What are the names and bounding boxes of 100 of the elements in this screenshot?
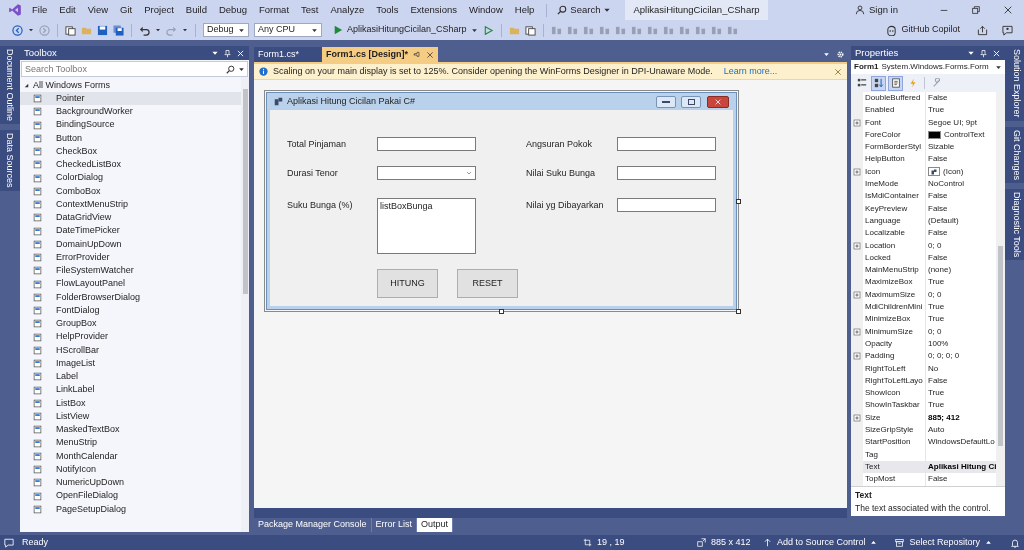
expand-icon[interactable] bbox=[853, 327, 861, 336]
toolbox-item[interactable]: CheckedListBox bbox=[20, 158, 241, 172]
expand-icon[interactable] bbox=[853, 352, 861, 361]
property-row[interactable]: DoubleBuffered False bbox=[851, 92, 996, 105]
toolbox-item[interactable]: ListView bbox=[20, 410, 241, 424]
expand-icon[interactable] bbox=[853, 290, 861, 299]
property-row[interactable]: Padding 0; 0; 0; 0 bbox=[851, 350, 996, 363]
form-button[interactable]: RESET bbox=[457, 269, 518, 298]
property-row[interactable]: StartPosition WindowsDefaultLo bbox=[851, 436, 996, 449]
toolbox-item[interactable]: DomainUpDown bbox=[20, 237, 241, 251]
expand-icon[interactable] bbox=[853, 241, 861, 250]
feedback-icon[interactable] bbox=[1002, 24, 1013, 36]
configuration-dropdown[interactable]: Debug bbox=[203, 23, 249, 37]
search-icon[interactable] bbox=[226, 65, 235, 74]
toolbox-item[interactable]: NumericUpDown bbox=[20, 476, 241, 490]
property-row[interactable]: Size 885; 412 bbox=[851, 411, 996, 424]
notification-icon[interactable] bbox=[1010, 537, 1020, 548]
toolbox-item[interactable]: HelpProvider bbox=[20, 330, 241, 344]
property-row[interactable]: Opacity 100% bbox=[851, 337, 996, 351]
play-outline-icon[interactable] bbox=[482, 24, 494, 36]
save-icon[interactable] bbox=[97, 24, 108, 36]
property-row[interactable]: MainMenuStrip (none) bbox=[851, 264, 996, 277]
toolbox-item[interactable]: Pointer bbox=[20, 92, 241, 106]
caret-icon[interactable] bbox=[238, 66, 245, 73]
toolbox-item[interactable]: OpenFileDialog bbox=[20, 489, 241, 503]
caret-icon[interactable] bbox=[211, 49, 219, 57]
toolbox-item[interactable]: ListBox bbox=[20, 396, 241, 410]
property-row[interactable]: MaximumSize 0; 0 bbox=[851, 288, 996, 302]
property-row[interactable]: Text Aplikasi Hitung Ci bbox=[851, 460, 996, 474]
side-tab[interactable]: Solution Explorer bbox=[1005, 46, 1024, 121]
close-icon[interactable] bbox=[426, 50, 435, 59]
pin-icon[interactable] bbox=[223, 48, 232, 58]
share-icon[interactable] bbox=[977, 24, 988, 36]
menu-item[interactable]: Format bbox=[252, 0, 296, 20]
toolbox-item[interactable]: ContextMenuStrip bbox=[20, 198, 241, 212]
menu-item[interactable]: View bbox=[81, 0, 115, 20]
caret-icon[interactable] bbox=[823, 51, 830, 58]
property-row[interactable]: Location 0; 0 bbox=[851, 239, 996, 252]
menu-item[interactable]: Analyze bbox=[324, 0, 371, 20]
menu-item[interactable]: Debug bbox=[212, 0, 253, 20]
list-box[interactable]: listBoxBunga bbox=[377, 198, 476, 254]
toolbox-item[interactable]: DataGridView bbox=[20, 211, 241, 225]
view-toggle-button[interactable] bbox=[871, 75, 886, 91]
window-icon[interactable] bbox=[524, 24, 536, 36]
save-all-icon[interactable] bbox=[113, 24, 124, 36]
toolbox-item[interactable]: DateTimePicker bbox=[20, 224, 241, 238]
property-row[interactable]: MinimumSize 0; 0 bbox=[851, 325, 996, 338]
toolbox-item[interactable]: CheckBox bbox=[20, 145, 241, 159]
document-tab[interactable]: Form1.cs* bbox=[254, 47, 322, 62]
side-tab[interactable]: Document Outline bbox=[0, 46, 20, 125]
maximize-button[interactable] bbox=[681, 95, 701, 108]
form-button[interactable]: HITUNG bbox=[377, 269, 438, 298]
menu-item[interactable]: Build bbox=[179, 0, 213, 20]
search-button[interactable]: Search bbox=[553, 2, 616, 18]
resize-handle[interactable] bbox=[736, 309, 741, 314]
property-row[interactable]: ShowIcon True bbox=[851, 387, 996, 400]
property-row[interactable]: MdiChildrenMini True bbox=[851, 301, 996, 314]
panel-tab[interactable]: Package Manager Console bbox=[254, 518, 372, 532]
text-field[interactable] bbox=[617, 166, 716, 180]
caret-icon[interactable] bbox=[967, 49, 975, 57]
toolbox-item[interactable]: HScrollBar bbox=[20, 343, 241, 357]
property-row[interactable]: ImeMode NoControl bbox=[851, 178, 996, 191]
toolbox-item[interactable]: MenuStrip bbox=[20, 436, 241, 450]
text-field[interactable] bbox=[617, 198, 716, 212]
property-row[interactable]: IsMdiContainer False bbox=[851, 190, 996, 203]
source-control-button[interactable]: Add to Source Control bbox=[762, 535, 878, 550]
menu-item[interactable]: Git bbox=[114, 0, 139, 20]
app-logo-icon[interactable] bbox=[8, 3, 22, 17]
new-project-icon[interactable] bbox=[65, 24, 76, 36]
property-row[interactable]: MinimizeBox True bbox=[851, 313, 996, 326]
property-row[interactable]: TopMost False bbox=[851, 473, 996, 486]
side-tab[interactable]: Git Changes bbox=[1005, 126, 1024, 183]
text-field[interactable] bbox=[377, 137, 476, 151]
minimize-button[interactable] bbox=[656, 95, 676, 108]
menu-item[interactable]: File bbox=[26, 0, 54, 20]
menu-item[interactable]: Edit bbox=[53, 0, 82, 20]
settings-icon[interactable] bbox=[836, 50, 845, 59]
toolbox-item[interactable]: MaskedTextBox bbox=[20, 423, 241, 437]
scrollbar[interactable] bbox=[241, 77, 249, 532]
view-toggle-button[interactable] bbox=[888, 75, 903, 91]
sign-in-button[interactable]: Sign in bbox=[854, 2, 898, 18]
pin-icon[interactable] bbox=[979, 48, 988, 58]
side-tab[interactable]: Data Sources bbox=[0, 130, 20, 191]
toolbox-item[interactable]: FileSystemWatcher bbox=[20, 264, 241, 278]
panel-tab[interactable]: Output bbox=[417, 518, 454, 532]
start-button[interactable]: AplikasiHitungCicilan_CSharp bbox=[333, 23, 478, 37]
property-row[interactable]: ForeColor ControlText bbox=[851, 128, 996, 142]
menu-item[interactable]: Project bbox=[138, 0, 180, 20]
expand-icon[interactable] bbox=[853, 413, 861, 422]
text-field[interactable] bbox=[617, 137, 716, 151]
toolbox-item[interactable]: MonthCalendar bbox=[20, 449, 241, 463]
property-row[interactable]: SizeGripStyle Auto bbox=[851, 424, 996, 437]
toolbox-item[interactable]: BackgroundWorker bbox=[20, 105, 241, 119]
toolbox-item[interactable]: ComboBox bbox=[20, 184, 241, 198]
toolbox-item[interactable]: FlowLayoutPanel bbox=[20, 277, 241, 291]
close-icon[interactable] bbox=[1003, 5, 1013, 15]
toolbox-item[interactable]: Label bbox=[20, 370, 241, 384]
search-field[interactable]: Search Toolbox bbox=[21, 61, 248, 77]
scrollbar[interactable] bbox=[996, 92, 1005, 486]
undo-icon[interactable] bbox=[139, 24, 150, 36]
